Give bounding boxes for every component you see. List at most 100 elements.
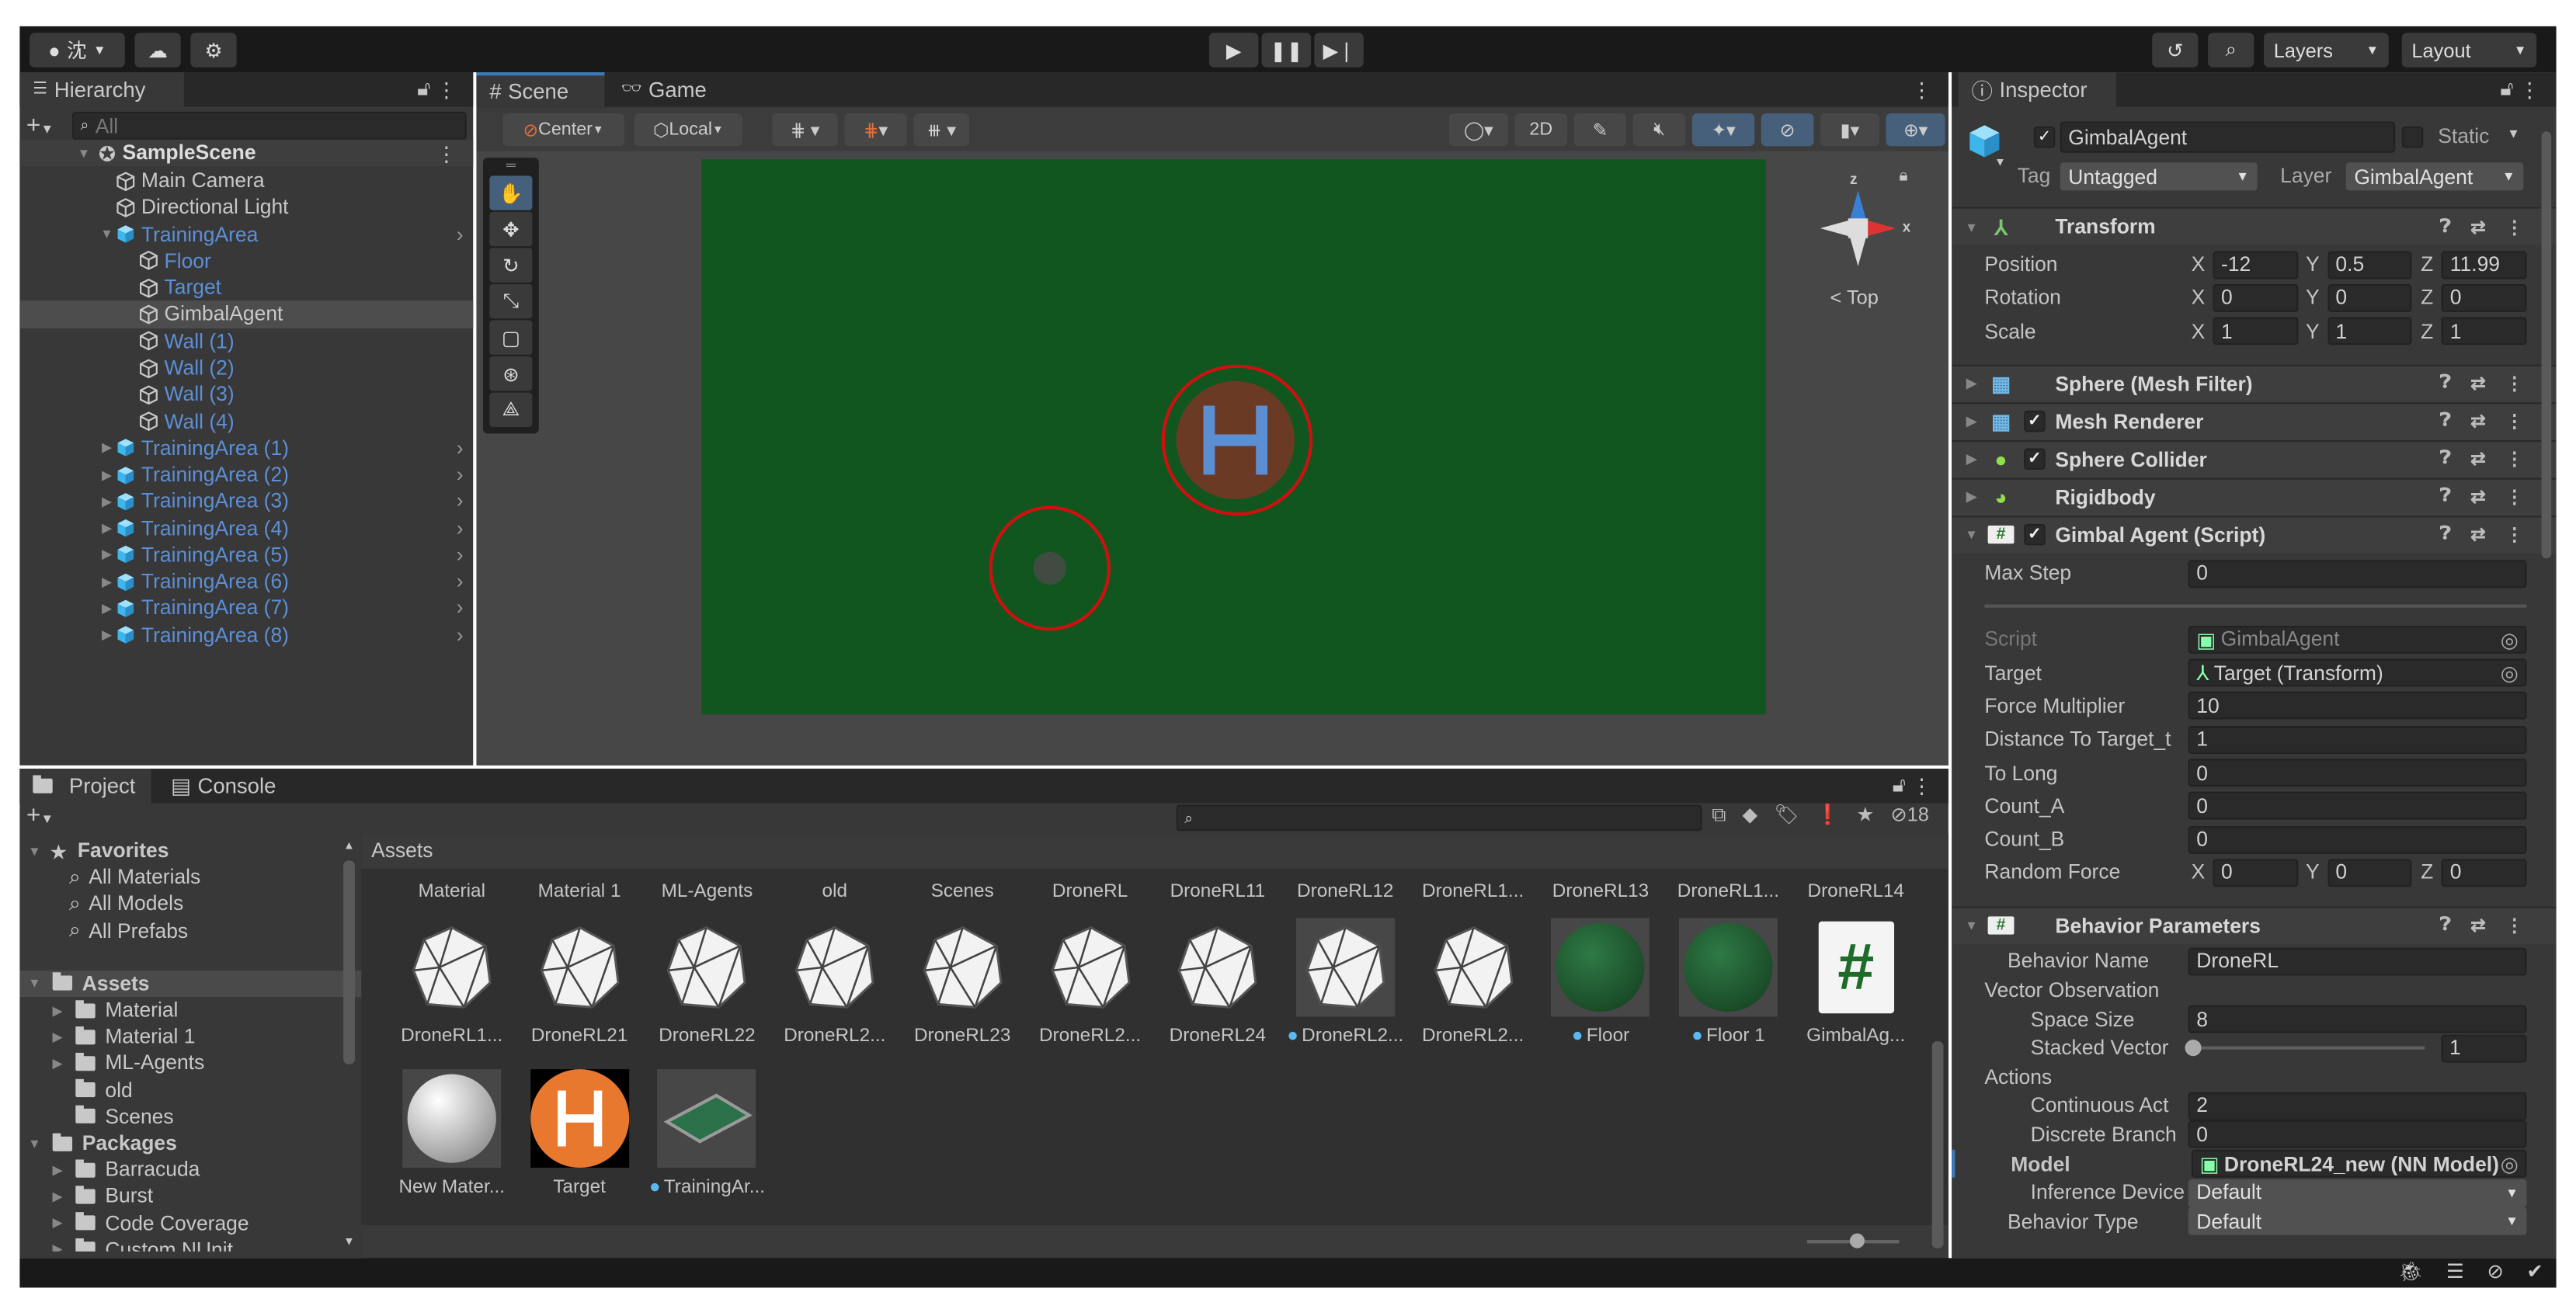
help-icon[interactable]: ❓︎ (2440, 487, 2451, 509)
layer-dropdown[interactable]: GimbalAgent ▼ (2345, 162, 2524, 191)
search-by-type-icon[interactable]: ⧉ (1712, 803, 1726, 828)
hierarchy-item[interactable]: ▶ TrainingArea (4) › (19, 515, 473, 541)
asset-item[interactable]: ● DroneRL2... (1281, 918, 1410, 1047)
text-input[interactable]: 0 (2188, 825, 2527, 854)
text-input[interactable]: DroneRL (2188, 947, 2527, 976)
transform-tool-button[interactable]: ⊛ (489, 356, 533, 391)
lock-icon[interactable]: 🔓︎ (2500, 77, 2513, 102)
asset-label-partial[interactable]: DroneRL11 (1153, 882, 1281, 901)
expand-arrow-icon[interactable]: ▶ (49, 1162, 65, 1177)
folder-item[interactable]: ▶ Code Coverage (19, 1210, 361, 1236)
folder-item[interactable]: old (19, 1077, 361, 1103)
prefab-open-arrow-icon[interactable]: › (457, 436, 464, 460)
expand-arrow-icon[interactable]: ▶ (99, 601, 115, 616)
expand-arrow-icon[interactable]: ▼ (26, 976, 43, 991)
camera-dropdown[interactable]: ▮▾ (1820, 113, 1880, 147)
component-header-behavior-parameters[interactable]: ▼ # Behavior Parameters ❓︎ ⇄ ⋮ (1952, 905, 2557, 944)
folder-item[interactable]: ▶ Burst (19, 1183, 361, 1210)
chevron-down-icon[interactable]: ▼ (1994, 158, 2006, 169)
text-input[interactable]: 2 (2188, 1092, 2527, 1120)
tree-scrollbar[interactable]: ▲ ▼ (342, 841, 358, 1252)
asset-item[interactable]: DroneRL22 (643, 918, 771, 1047)
asset-item[interactable]: ● Floor 1 (1664, 918, 1792, 1047)
prefab-open-arrow-icon[interactable]: › (457, 490, 464, 513)
text-input[interactable]: 10 (2188, 692, 2527, 721)
favorite-item[interactable]: ⌕ All Materials (19, 864, 361, 891)
asset-item[interactable]: DroneRL2... (1409, 918, 1537, 1047)
favorites-header[interactable]: ▼ ★ Favorites (19, 838, 361, 864)
hierarchy-item[interactable]: ▶ TrainingArea (2) › (19, 461, 473, 488)
vector-z-input[interactable]: 0 (2442, 859, 2527, 887)
active-checkbox[interactable]: ✓ (2033, 126, 2056, 148)
more-options-icon[interactable]: ⋮ (2519, 77, 2539, 102)
scale-tool-button[interactable]: ⤡ (489, 283, 533, 319)
tab-game[interactable]: 👓︎ Game (608, 72, 723, 106)
tag-dropdown[interactable]: Untagged ▼ (2060, 162, 2258, 191)
vector-y-input[interactable]: 0 (2327, 859, 2413, 887)
scene-viewport[interactable]: ═ ✋ ✥ ↻ ⤡ ▢ ⊛ ⟁ z x < Top 🔒︎ (476, 151, 1949, 766)
asset-label-partial[interactable]: Material (388, 882, 516, 901)
gizmos-dropdown[interactable]: ⊕▾ (1886, 113, 1945, 147)
vector-x-input[interactable]: 0 (2213, 859, 2298, 887)
prefab-open-arrow-icon[interactable]: › (457, 464, 464, 487)
prefab-open-arrow-icon[interactable]: › (457, 517, 464, 540)
static-checkbox[interactable] (2401, 126, 2424, 148)
search-button[interactable]: ⌕ (2208, 33, 2254, 68)
asset-item[interactable]: DroneRL21 (516, 918, 644, 1047)
expand-arrow-icon[interactable]: ▼ (99, 227, 115, 241)
asset-item[interactable]: # GimbalAg... (1792, 918, 1920, 1047)
debug-bug-icon[interactable]: 🐞︎ (2398, 1260, 2423, 1283)
play-button[interactable]: ▶ (1208, 33, 1259, 68)
component-enabled-checkbox[interactable]: ✓ (2024, 411, 2046, 433)
more-options-icon[interactable]: ⋮ (2505, 411, 2523, 432)
auto-generate-lighting-icon[interactable]: ⊘ (2487, 1260, 2503, 1283)
hierarchy-item[interactable]: Floor (19, 248, 473, 274)
lock-icon[interactable]: 🔓︎ (1893, 773, 1906, 798)
asset-label-partial[interactable]: DroneRL12 (1281, 882, 1410, 901)
slider-thumb[interactable] (2185, 1040, 2202, 1057)
expand-arrow-icon[interactable]: ▶ (1962, 377, 1981, 391)
grid-scrollbar[interactable] (1928, 870, 1945, 1278)
orientation-gizmo[interactable]: z x < Top (1800, 171, 1915, 312)
preset-icon[interactable]: ⇄ (2470, 487, 2486, 508)
help-icon[interactable]: ❓︎ (2440, 525, 2451, 547)
star-icon[interactable]: ★ (1856, 803, 1874, 828)
account-button[interactable]: ● 沈 ▼ (30, 33, 125, 68)
prefab-open-arrow-icon[interactable]: › (457, 623, 464, 647)
asset-item[interactable]: DroneRL23 (899, 918, 1027, 1047)
vector-y-input[interactable]: 1 (2327, 317, 2413, 345)
preset-icon[interactable]: ⇄ (2470, 373, 2486, 394)
vector-z-input[interactable]: 0 (2442, 283, 2527, 312)
expand-arrow-icon[interactable]: ▶ (49, 1242, 65, 1252)
tab-inspector[interactable]: ⓘ Inspector (1958, 72, 2116, 107)
object-field[interactable]: ▣ DroneRL24_new (NN Model) ◎ (2191, 1149, 2527, 1178)
project-search-input[interactable]: ⌕ (1176, 804, 1702, 832)
text-input[interactable]: 0 (2188, 559, 2527, 588)
preset-icon[interactable]: ⇄ (2470, 915, 2486, 936)
slider-value-input[interactable]: 1 (2441, 1033, 2527, 1062)
more-options-icon[interactable]: ⋮ (2505, 525, 2523, 546)
scrollbar-thumb[interactable] (1931, 1041, 1944, 1248)
expand-arrow-icon[interactable]: ▼ (75, 146, 92, 161)
grid-snap-button[interactable]: ⋕ ▾ (772, 113, 838, 147)
asset-label-partial[interactable]: DroneRL (1026, 882, 1154, 901)
prefab-open-arrow-icon[interactable]: › (457, 597, 464, 620)
draw-mode-dropdown[interactable]: ◯▾ (1448, 113, 1508, 147)
rect-tool-button[interactable]: ▢ (489, 320, 533, 355)
favorite-item[interactable]: ⌕ All Prefabs (19, 918, 361, 944)
snap-increment-button[interactable]: ⋕ ▾ (844, 113, 907, 147)
asset-item[interactable]: ● Floor (1537, 918, 1665, 1047)
component-header-sphere-mesh-filter-[interactable]: ▶ ▦ Sphere (Mesh Filter) ❓︎ ⇄ ⋮ (1952, 364, 2557, 403)
asset-label-partial[interactable]: DroneRL13 (1537, 882, 1665, 901)
more-options-icon[interactable]: ⋮ (2505, 216, 2523, 237)
asset-item[interactable]: New Mater... (388, 1069, 516, 1197)
object-field[interactable]: ▣ GimbalAgent ◎ (2188, 625, 2527, 654)
custom-tool-button[interactable]: ⟁ (489, 392, 533, 428)
scene-row[interactable]: ▼ ✪ SampleScene ⋮ (19, 139, 474, 167)
hierarchy-item[interactable]: ▶ TrainingArea (3) › (19, 488, 473, 515)
component-enabled-checkbox[interactable]: ✓ (2024, 524, 2046, 547)
expand-arrow-icon[interactable]: ▶ (99, 467, 115, 482)
hierarchy-item[interactable]: Target (19, 274, 473, 300)
object-picker-icon[interactable]: ◎ (2501, 627, 2519, 652)
expand-arrow-icon[interactable]: ▶ (99, 575, 115, 589)
